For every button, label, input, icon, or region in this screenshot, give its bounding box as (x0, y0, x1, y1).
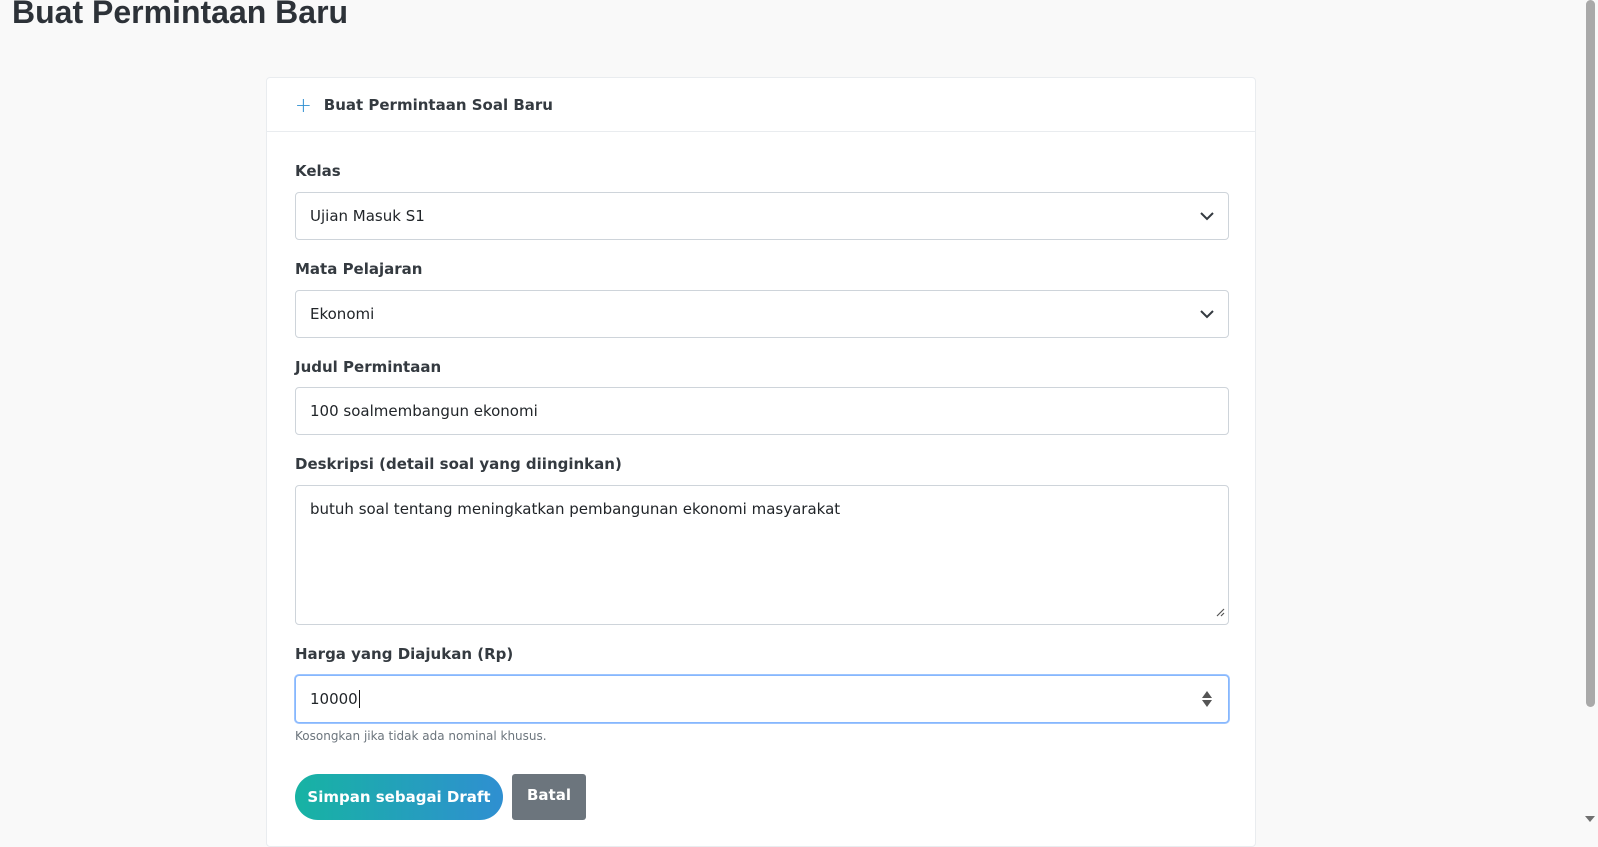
chevron-down-icon (1200, 309, 1214, 319)
card-header-title: Buat Permintaan Soal Baru (323, 95, 553, 114)
request-form-card: + Buat Permintaan Soal Baru Kelas Ujian … (266, 77, 1256, 847)
scroll-down-arrow-icon[interactable] (1585, 816, 1595, 822)
kelas-label: Kelas (295, 162, 341, 180)
resize-handle-icon[interactable] (1216, 603, 1225, 621)
card-header: + Buat Permintaan Soal Baru (267, 78, 1255, 132)
harga-label: Harga yang Diajukan (Rp) (295, 645, 514, 663)
spinner-up-icon[interactable] (1202, 691, 1212, 698)
spinner-down-icon[interactable] (1202, 700, 1212, 707)
harga-hint: Kosongkan jika tidak ada nominal khusus. (295, 729, 547, 743)
harga-input-value: 10000 (310, 689, 358, 708)
mapel-select[interactable]: Ekonomi (295, 290, 1229, 338)
judul-label: Judul Permintaan (295, 358, 442, 376)
deskripsi-textarea[interactable]: butuh soal tentang meningkatkan pembangu… (295, 485, 1229, 625)
cancel-button[interactable]: Batal (512, 774, 586, 820)
mapel-selected-value: Ekonomi (310, 305, 375, 323)
spinner-icon[interactable] (1202, 691, 1212, 707)
page-title: Buat Permintaan Baru (12, 0, 349, 30)
save-draft-button[interactable]: Simpan sebagai Draft (295, 774, 503, 820)
plus-icon: + (295, 92, 312, 117)
mapel-label: Mata Pelajaran (295, 260, 423, 278)
kelas-selected-value: Ujian Masuk S1 (310, 207, 425, 225)
harga-number-input[interactable]: 10000 (295, 675, 1229, 723)
scrollbar-thumb[interactable] (1586, 0, 1595, 707)
judul-input-value: 100 soalmembangun ekonomi (310, 402, 538, 420)
text-caret (358, 690, 360, 709)
deskripsi-label: Deskripsi (detail soal yang diinginkan) (295, 455, 622, 473)
kelas-select[interactable]: Ujian Masuk S1 (295, 192, 1229, 240)
page-scrollbar[interactable] (1582, 0, 1598, 832)
deskripsi-textarea-value: butuh soal tentang meningkatkan pembangu… (310, 500, 841, 518)
judul-input[interactable]: 100 soalmembangun ekonomi (295, 387, 1229, 435)
chevron-down-icon (1200, 211, 1214, 221)
